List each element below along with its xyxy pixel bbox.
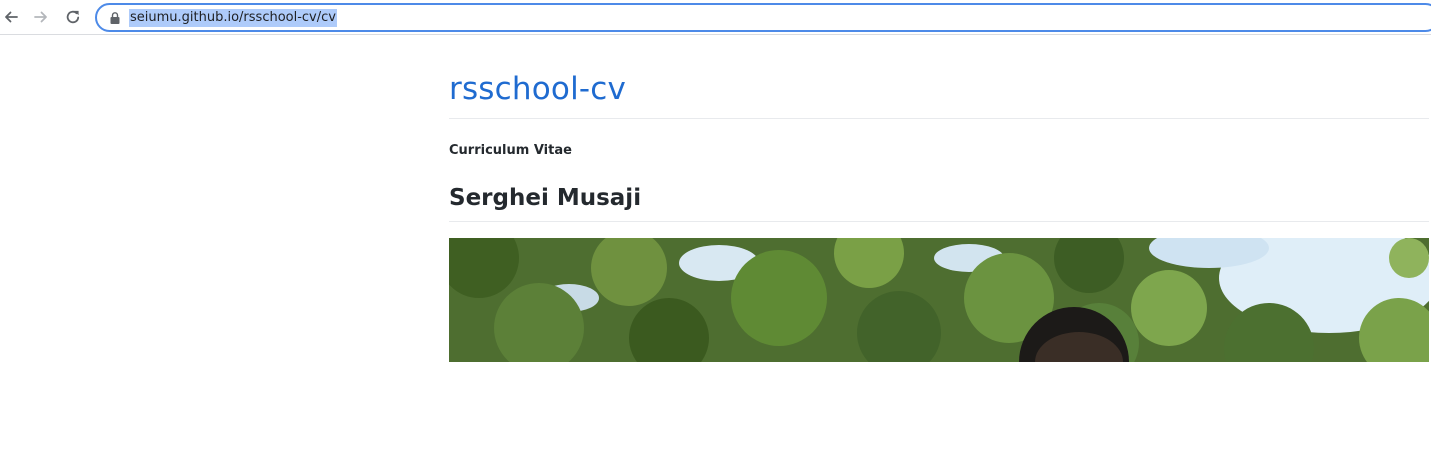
person-name-heading: Serghei Musaji (449, 185, 642, 211)
page-subtitle: Curriculum Vitae (449, 143, 572, 158)
browser-toolbar: seiumu.github.io/rsschool-cv/cv (0, 0, 1431, 35)
address-bar[interactable]: seiumu.github.io/rsschool-cv/cv (95, 3, 1431, 32)
arrow-right-icon (34, 11, 47, 23)
title-divider (449, 118, 1429, 119)
arrow-left-icon (5, 11, 18, 23)
site-title-link[interactable]: rsschool-cv (449, 71, 626, 107)
url-text[interactable]: seiumu.github.io/rsschool-cv/cv (129, 9, 337, 27)
reload-icon (66, 10, 80, 24)
reload-button[interactable] (62, 6, 84, 28)
name-divider (449, 221, 1429, 222)
forward-button[interactable] (30, 6, 52, 28)
lock-icon[interactable] (109, 11, 121, 25)
profile-photo (449, 238, 1429, 362)
back-button[interactable] (0, 6, 22, 28)
